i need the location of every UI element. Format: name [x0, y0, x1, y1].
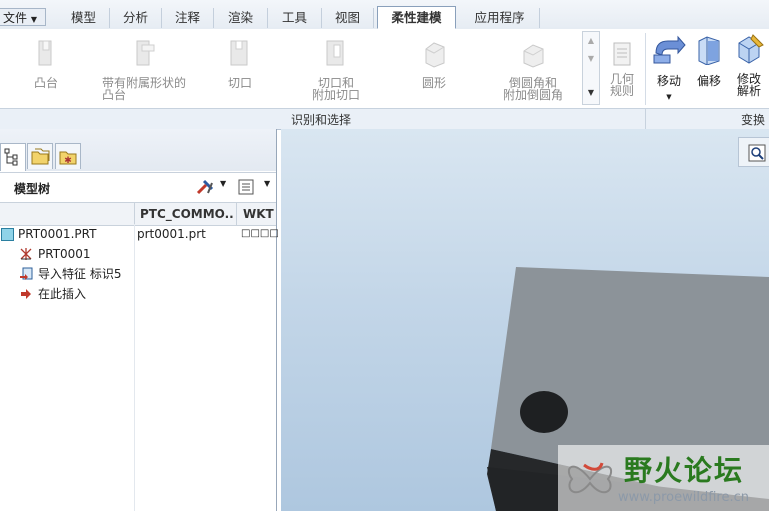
navigator-panel: ✱ 模型树 ▼ ▼ PTC_COMMO... WKT PRT0001.PRT p…	[0, 129, 279, 511]
cut-icon	[230, 40, 248, 66]
ribbon-tab-bar: 文件 ▼ 模型 分析 注释 渲染 工具 视图 柔性建模 应用程序	[0, 0, 769, 30]
tab-view[interactable]: 视图	[322, 8, 374, 28]
tab-model[interactable]: 模型	[58, 8, 110, 28]
cut-button[interactable]: 切口	[212, 29, 268, 89]
gallery-scrollbar[interactable]: ▲ ▼ ▼	[582, 31, 600, 105]
ribbon-group-bar: 识别和选择 变换	[0, 108, 769, 130]
group-divider	[645, 109, 646, 129]
chevron-down-icon: ▼	[30, 15, 37, 24]
gallery-more-icon[interactable]: ▼	[583, 84, 599, 102]
chevron-down-icon: ▼	[220, 179, 227, 188]
boss-label: 凸台	[33, 76, 58, 90]
modify-label-2: 解析	[736, 84, 761, 98]
geometry-rules-button[interactable]: 几何 规则	[604, 29, 640, 97]
tree-row-wkt: □□□□	[241, 228, 279, 239]
group-identify-label: 识别和选择	[291, 113, 352, 127]
boss-button[interactable]: 凸台	[18, 29, 74, 89]
cut-attached-label-2: 附加切口	[311, 88, 360, 102]
tree-row-name: 导入特征 标识5	[38, 267, 122, 281]
fillet-icon	[523, 44, 544, 68]
watermark: 野火论坛 www.proewildfire.cn	[558, 445, 769, 511]
boss-attached-icon	[136, 40, 155, 66]
tree-row-insert-here[interactable]: 在此插入	[0, 285, 134, 303]
boss-with-attachments-button[interactable]: 带有附属形状的 凸台	[98, 29, 190, 101]
group-separator	[645, 33, 646, 105]
column-divider	[134, 224, 135, 511]
tree-show-button[interactable]: ▼	[236, 177, 272, 197]
rules-icon	[613, 42, 631, 66]
move-icon	[653, 35, 686, 64]
group-transform-label: 变换	[741, 113, 766, 127]
navigator-tabs: ✱	[0, 129, 276, 171]
graphics-viewport[interactable]: 野火论坛 www.proewildfire.cn	[281, 129, 769, 511]
tab-flexible-modeling[interactable]: 柔性建模	[377, 6, 456, 29]
part-icon	[1, 228, 14, 241]
tree-row-csys[interactable]: PRT0001	[0, 245, 134, 263]
cut-with-attachments-button[interactable]: 切口和 附加切口	[304, 29, 368, 101]
tab-folder-browser[interactable]	[27, 143, 53, 169]
round-label: 圆形	[421, 76, 446, 90]
boss-icon	[38, 40, 52, 66]
tree-row-filename: prt0001.prt	[137, 227, 206, 241]
ribbon: 凸台 带有附属形状的 凸台 切口 切口和 附加切口 圆形 倒圆角和 附加倒圆角 …	[0, 29, 769, 108]
favorites-folder-icon: ✱	[59, 151, 77, 166]
watermark-title: 野火论坛	[624, 454, 745, 487]
hole-feature[interactable]	[520, 391, 568, 433]
modify-analytic-button[interactable]: 修改 解析	[729, 29, 769, 97]
tab-applications[interactable]: 应用程序	[460, 8, 540, 28]
tab-annotate[interactable]: 注释	[162, 8, 214, 28]
tools-icon	[196, 179, 214, 195]
move-button[interactable]: 移动 ▼	[648, 29, 690, 103]
offset-icon	[698, 36, 720, 66]
file-menu-label: 文件	[3, 11, 28, 25]
tree-row-name: PRT0001.PRT	[18, 227, 97, 241]
column-divider	[236, 203, 237, 225]
model-tree-header: 模型树 ▼ ▼	[0, 172, 276, 201]
cut-label: 切口	[227, 76, 252, 90]
list-settings-icon	[238, 179, 254, 195]
offset-button[interactable]: 偏移	[692, 29, 726, 87]
offset-label: 偏移	[696, 74, 721, 88]
tab-model-tree[interactable]	[0, 143, 26, 171]
tree-column-header: PTC_COMMO... WKT	[0, 202, 276, 226]
tree-row-import-feature[interactable]: 导入特征 标识5	[0, 265, 134, 283]
coordinate-system-icon	[20, 248, 32, 260]
column-ptc-common[interactable]: PTC_COMMO...	[140, 207, 234, 221]
round-icon	[425, 42, 445, 68]
fillet-button[interactable]: 倒圆角和 附加倒圆角	[498, 29, 568, 101]
tab-tools[interactable]: 工具	[268, 8, 322, 28]
tree-row-name: PRT0001	[38, 247, 91, 261]
tab-favorites[interactable]: ✱	[55, 143, 81, 169]
rules-label-2: 规则	[609, 84, 634, 98]
tab-analysis[interactable]: 分析	[110, 8, 162, 28]
tree-row-root[interactable]: PRT0001.PRT prt0001.prt □□□□	[0, 225, 279, 243]
file-menu-button[interactable]: 文件 ▼	[0, 8, 46, 26]
butterfly-logo-icon	[567, 462, 613, 494]
round-button[interactable]: 圆形	[408, 29, 460, 89]
chevron-down-icon: ▼	[264, 179, 271, 188]
svg-text:✱: ✱	[64, 156, 72, 166]
modify-analytic-icon	[738, 34, 764, 64]
column-wkt[interactable]: WKT	[243, 207, 275, 221]
cut-attached-icon	[326, 40, 344, 66]
boss-attached-label-2: 凸台	[102, 88, 127, 102]
gallery-up-icon[interactable]: ▲	[583, 32, 599, 50]
fillet-label-2: 附加倒圆角	[502, 88, 563, 102]
folders-icon	[31, 148, 50, 165]
gallery-down-icon[interactable]: ▼	[583, 50, 599, 68]
import-feature-icon	[20, 267, 33, 280]
insert-arrow-icon	[21, 289, 31, 299]
watermark-url: www.proewildfire.cn	[618, 490, 749, 505]
tab-render[interactable]: 渲染	[214, 8, 268, 28]
tree-icon	[4, 148, 18, 166]
model-tree-title: 模型树	[14, 182, 51, 196]
tree-settings-button[interactable]: ▼	[194, 177, 228, 197]
tree-row-name: 在此插入	[38, 287, 87, 301]
move-label: 移动	[656, 74, 681, 88]
column-divider	[134, 203, 135, 225]
move-dropdown-icon[interactable]: ▼	[648, 91, 690, 103]
